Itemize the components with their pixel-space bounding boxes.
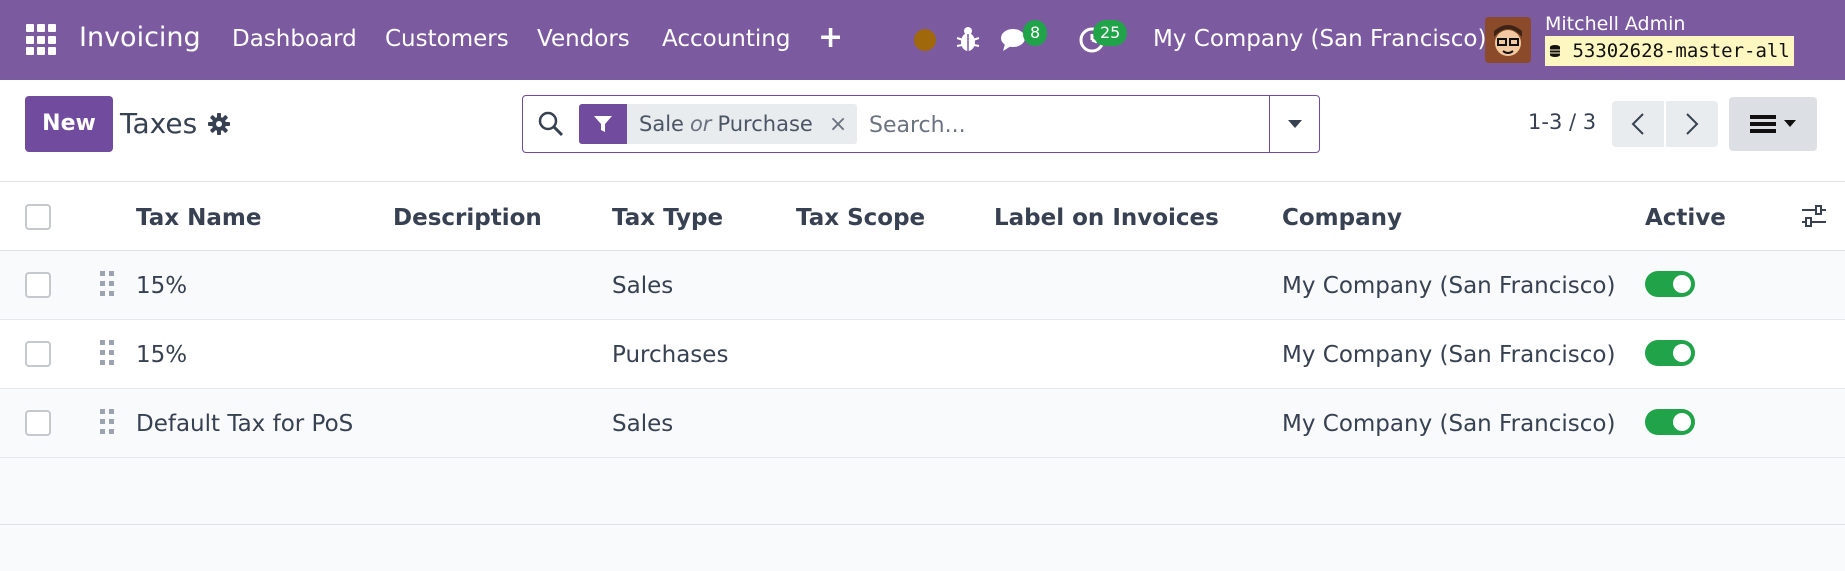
- view-switcher-button[interactable]: [1729, 97, 1817, 151]
- chat-count-badge: 8: [1023, 20, 1048, 46]
- column-tax-scope[interactable]: Tax Scope: [796, 205, 925, 231]
- user-avatar[interactable]: [1485, 17, 1531, 63]
- pager-previous-button[interactable]: [1612, 101, 1664, 147]
- list-view-icon: [1750, 115, 1776, 133]
- cell-tax-name: Default Tax for PoS: [136, 411, 354, 437]
- active-toggle[interactable]: [1645, 271, 1695, 297]
- row-checkbox[interactable]: [25, 341, 51, 367]
- apps-grid-icon[interactable]: [26, 24, 58, 56]
- column-tax-name[interactable]: Tax Name: [136, 205, 261, 231]
- facet-remove-button[interactable]: ×: [829, 112, 847, 137]
- app-name[interactable]: Invoicing: [79, 22, 201, 53]
- row-checkbox[interactable]: [25, 410, 51, 436]
- taxes-list: Tax Name Description Tax Type Tax Scope …: [0, 182, 1845, 458]
- cell-tax-name: 15%: [136, 273, 188, 299]
- facet-values: Sale or Purchase: [639, 112, 813, 136]
- search-icon[interactable]: [537, 110, 565, 138]
- column-tax-type[interactable]: Tax Type: [612, 205, 723, 231]
- cell-tax-name: 15%: [136, 342, 188, 368]
- row-checkbox[interactable]: [25, 272, 51, 298]
- company-switcher[interactable]: My Company (San Francisco): [1153, 26, 1486, 52]
- column-active[interactable]: Active: [1645, 205, 1726, 231]
- bug-icon[interactable]: [955, 24, 981, 54]
- database-badge: 53302628-master-all: [1545, 36, 1794, 66]
- column-company[interactable]: Company: [1282, 205, 1402, 231]
- filter-facet: Sale or Purchase ×: [579, 104, 858, 144]
- column-label-on-invoices[interactable]: Label on Invoices: [994, 205, 1219, 231]
- status-dot-icon[interactable]: [914, 29, 936, 51]
- menu-vendors[interactable]: Vendors: [537, 26, 630, 52]
- active-toggle[interactable]: [1645, 340, 1695, 366]
- cell-company: My Company (San Francisco): [1282, 342, 1616, 368]
- cell-tax-type: Purchases: [612, 342, 729, 368]
- drag-handle-icon[interactable]: [100, 271, 114, 297]
- top-navbar: Invoicing Dashboard Customers Vendors Ac…: [0, 0, 1845, 80]
- cell-company: My Company (San Francisco): [1282, 273, 1616, 299]
- dropdown-caret-icon: [1287, 120, 1302, 128]
- search-bar: Sale or Purchase ×: [522, 95, 1320, 153]
- pager-value[interactable]: 1-3 / 3: [1528, 110, 1596, 134]
- settings-gear-icon[interactable]: [207, 112, 231, 136]
- page-title: Taxes: [120, 107, 198, 140]
- table-row[interactable]: 15% Sales My Company (San Francisco): [0, 251, 1845, 320]
- chevron-left-icon: [1631, 113, 1644, 135]
- filter-icon: [579, 104, 627, 144]
- facet-value-sale: Sale: [639, 112, 684, 136]
- table-body: 15% Sales My Company (San Francisco) 15%…: [0, 251, 1845, 458]
- database-name: 53302628-master-all: [1572, 40, 1790, 62]
- new-button[interactable]: New: [25, 96, 113, 152]
- user-name[interactable]: Mitchell Admin: [1545, 13, 1685, 35]
- dropdown-caret-icon: [1784, 120, 1796, 127]
- facet-value-purchase: Purchase: [717, 112, 813, 136]
- cell-company: My Company (San Francisco): [1282, 411, 1616, 437]
- database-icon: [1550, 45, 1560, 57]
- table-header: Tax Name Description Tax Type Tax Scope …: [0, 182, 1845, 251]
- search-input[interactable]: [869, 108, 1249, 142]
- table-footer: [0, 459, 1845, 525]
- control-panel: New Taxes Sale or Purchase × Search... 1…: [0, 80, 1845, 182]
- table-row[interactable]: 15% Purchases My Company (San Francisco): [0, 320, 1845, 389]
- menu-customers[interactable]: Customers: [385, 26, 509, 52]
- menu-dashboard[interactable]: Dashboard: [232, 26, 357, 52]
- cell-tax-type: Sales: [612, 411, 674, 437]
- select-all-checkbox[interactable]: [25, 204, 51, 230]
- menu-accounting[interactable]: Accounting: [662, 26, 790, 52]
- drag-handle-icon[interactable]: [100, 409, 114, 435]
- chevron-right-icon: [1686, 113, 1699, 135]
- cell-tax-type: Sales: [612, 273, 674, 299]
- facet-or: or: [689, 112, 712, 136]
- drag-handle-icon[interactable]: [100, 340, 114, 366]
- active-toggle[interactable]: [1645, 409, 1695, 435]
- pager-next-button[interactable]: [1666, 101, 1718, 147]
- table-row[interactable]: Default Tax for PoS Sales My Company (Sa…: [0, 389, 1845, 458]
- search-options-toggle[interactable]: [1269, 96, 1319, 152]
- plus-icon[interactable]: +: [818, 20, 843, 55]
- activity-count-badge: 25: [1093, 20, 1128, 46]
- column-description[interactable]: Description: [393, 205, 542, 231]
- column-settings-icon[interactable]: [1800, 202, 1828, 230]
